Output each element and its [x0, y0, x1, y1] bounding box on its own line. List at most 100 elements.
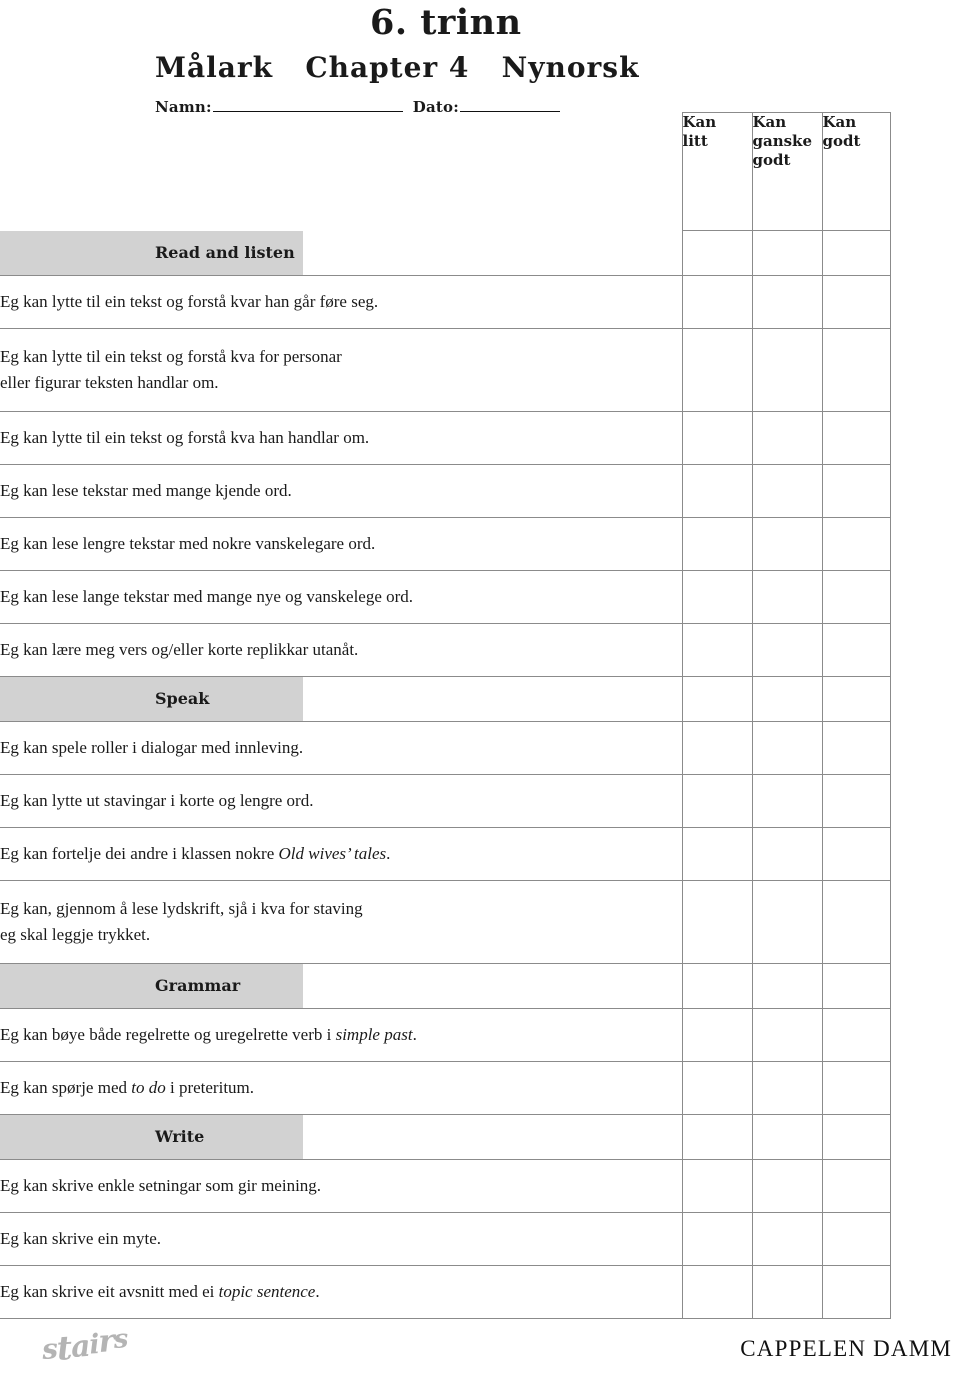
checkbox-cell-kan-godt[interactable] [821, 275, 891, 329]
column-header-line: ganske [752, 132, 813, 150]
checkbox-cell-kan-godt[interactable] [821, 1061, 891, 1115]
checkbox-cell-kan-ganske-godt[interactable] [751, 275, 822, 329]
checkbox-cell-kan-godt[interactable] [821, 676, 891, 722]
goal-row: Eg kan lytte til ein tekst og forstå kva… [0, 328, 891, 412]
section-header-row: Grammar [0, 963, 891, 1009]
checkbox-cell-kan-godt[interactable] [821, 1212, 891, 1266]
table-header-row: Kan litt Kan ganske godt Kan godt [0, 112, 891, 231]
checkbox-cell-kan-ganske-godt[interactable] [751, 1008, 822, 1062]
checkbox-cell-kan-litt[interactable] [681, 827, 752, 881]
checkbox-cell-kan-ganske-godt[interactable] [751, 1061, 822, 1115]
goal-statement-cell: Eg kan lære meg vers og/eller korte repl… [0, 623, 682, 677]
checkbox-cell-kan-ganske-godt[interactable] [751, 517, 822, 571]
goal-text-line: Eg kan lese lengre tekstar med nokre van… [0, 533, 376, 553]
checkbox-cell-kan-litt[interactable] [681, 230, 752, 276]
goal-statement-cell: Eg kan skrive ein myte. [0, 1212, 682, 1266]
checkbox-cell-kan-litt[interactable] [681, 1159, 752, 1213]
checkbox-cell-kan-litt[interactable] [681, 676, 752, 722]
goal-text-line: eller figurar teksten handlar om. [0, 372, 219, 392]
goal-text-line: Eg kan lytte til ein tekst og forstå kva… [0, 291, 379, 311]
checkbox-cell-kan-godt[interactable] [821, 517, 891, 571]
goal-statement-cell: Eg kan lytte ut stavingar i korte og len… [0, 774, 682, 828]
goal-text: Eg kan skrive eit avsnitt med ei [0, 1281, 219, 1301]
goal-text-line: Eg kan, gjennom å lese lydskrift, sjå i … [0, 898, 363, 918]
checkbox-cell-kan-godt[interactable] [821, 1008, 891, 1062]
checkbox-cell-kan-godt[interactable] [821, 774, 891, 828]
column-header-line: godt [752, 151, 791, 169]
goal-text-line: eg skal leggje trykket. [0, 924, 151, 944]
goal-statement-cell: Eg kan lytte til ein tekst og forstå kva… [0, 328, 682, 412]
checkbox-cell-kan-ganske-godt[interactable] [751, 721, 822, 775]
checkbox-cell-kan-ganske-godt[interactable] [751, 880, 822, 964]
checkbox-cell-kan-godt[interactable] [821, 827, 891, 881]
goal-text-line: Eg kan lære meg vers og/eller korte repl… [0, 639, 359, 659]
goal-text-emphasis: to do [131, 1077, 166, 1097]
checkbox-cell-kan-godt[interactable] [821, 464, 891, 518]
column-header-line: litt [682, 132, 708, 150]
checkbox-cell-kan-ganske-godt[interactable] [751, 963, 822, 1009]
checkbox-cell-kan-godt[interactable] [821, 570, 891, 624]
checkbox-cell-kan-litt[interactable] [681, 774, 752, 828]
checkbox-cell-kan-litt[interactable] [681, 1114, 752, 1160]
checkbox-cell-kan-litt[interactable] [681, 1008, 752, 1062]
checkbox-cell-kan-litt[interactable] [681, 623, 752, 677]
checkbox-cell-kan-litt[interactable] [681, 1212, 752, 1266]
checkbox-cell-kan-godt[interactable] [821, 880, 891, 964]
checkbox-cell-kan-litt[interactable] [681, 1265, 752, 1319]
goal-statement-cell: Eg kan fortelje dei andre i klassen nokr… [0, 827, 682, 881]
column-header-kan-godt: Kan godt [821, 112, 891, 231]
checkbox-cell-kan-godt[interactable] [821, 230, 891, 276]
checkbox-cell-kan-litt[interactable] [681, 570, 752, 624]
goal-row: Eg kan lytte til ein tekst og forstå kva… [0, 411, 891, 465]
goal-statement-cell: Eg kan, gjennom å lese lydskrift, sjå i … [0, 880, 682, 964]
checkbox-cell-kan-ganske-godt[interactable] [751, 411, 822, 465]
goal-row: Eg kan lese tekstar med mange kjende ord… [0, 464, 891, 518]
goal-statement-cell: Eg kan lese lengre tekstar med nokre van… [0, 517, 682, 571]
checkbox-cell-kan-ganske-godt[interactable] [751, 1159, 822, 1213]
goal-text-line: Eg kan skrive enkle setningar som gir me… [0, 1175, 322, 1195]
checkbox-cell-kan-litt[interactable] [681, 464, 752, 518]
checkbox-cell-kan-godt[interactable] [821, 328, 891, 412]
checkbox-cell-kan-ganske-godt[interactable] [751, 676, 822, 722]
checkbox-cell-kan-ganske-godt[interactable] [751, 464, 822, 518]
checkbox-cell-kan-ganske-godt[interactable] [751, 774, 822, 828]
checkbox-cell-kan-litt[interactable] [681, 880, 752, 964]
checkbox-cell-kan-ganske-godt[interactable] [751, 827, 822, 881]
checkbox-cell-kan-godt[interactable] [821, 1114, 891, 1160]
checkbox-cell-kan-litt[interactable] [681, 963, 752, 1009]
checkbox-cell-kan-litt[interactable] [681, 411, 752, 465]
checkbox-cell-kan-ganske-godt[interactable] [751, 623, 822, 677]
checkbox-cell-kan-godt[interactable] [821, 963, 891, 1009]
page-footer: stairs CAPPELEN DAMM [0, 1320, 960, 1376]
checkbox-cell-kan-litt[interactable] [681, 517, 752, 571]
checkbox-cell-kan-ganske-godt[interactable] [751, 1114, 822, 1160]
checkbox-cell-kan-godt[interactable] [821, 721, 891, 775]
checkbox-cell-kan-ganske-godt[interactable] [751, 570, 822, 624]
stairs-logo-letter: s [112, 1324, 129, 1355]
cappelen-damm-logo: CAPPELEN DAMM [740, 1336, 952, 1361]
stairs-logo-letter: t [55, 1328, 73, 1368]
goal-row: Eg kan lese lange tekstar med mange nye … [0, 570, 891, 624]
goal-row: Eg kan spele roller i dialogar med innle… [0, 721, 891, 775]
checkbox-cell-kan-ganske-godt[interactable] [751, 1212, 822, 1266]
date-blank-field[interactable] [459, 98, 560, 112]
goal-text-line: Eg kan lese tekstar med mange kjende ord… [0, 480, 292, 500]
checkbox-cell-kan-godt[interactable] [821, 1265, 891, 1319]
name-blank-field[interactable] [212, 98, 403, 112]
section-heading-grammar: Grammar [0, 963, 303, 1008]
checkbox-cell-kan-godt[interactable] [821, 411, 891, 465]
goal-text-line: Eg kan lese lange tekstar med mange nye … [0, 586, 414, 606]
checkbox-cell-kan-ganske-godt[interactable] [751, 230, 822, 276]
goal-text: Eg kan bøye både regelrette og uregelret… [0, 1024, 336, 1044]
checkbox-cell-kan-litt[interactable] [681, 1061, 752, 1115]
checkbox-cell-kan-litt[interactable] [681, 721, 752, 775]
checkbox-cell-kan-godt[interactable] [821, 623, 891, 677]
goal-row: Eg kan bøye både regelrette og uregelret… [0, 1008, 891, 1062]
checkbox-cell-kan-godt[interactable] [821, 1159, 891, 1213]
checkbox-cell-kan-litt[interactable] [681, 328, 752, 412]
checkbox-cell-kan-ganske-godt[interactable] [751, 328, 822, 412]
checkbox-cell-kan-ganske-godt[interactable] [751, 1265, 822, 1319]
section-heading-speak: Speak [0, 676, 303, 721]
checkbox-cell-kan-litt[interactable] [681, 275, 752, 329]
goal-row: Eg kan lytte ut stavingar i korte og len… [0, 774, 891, 828]
